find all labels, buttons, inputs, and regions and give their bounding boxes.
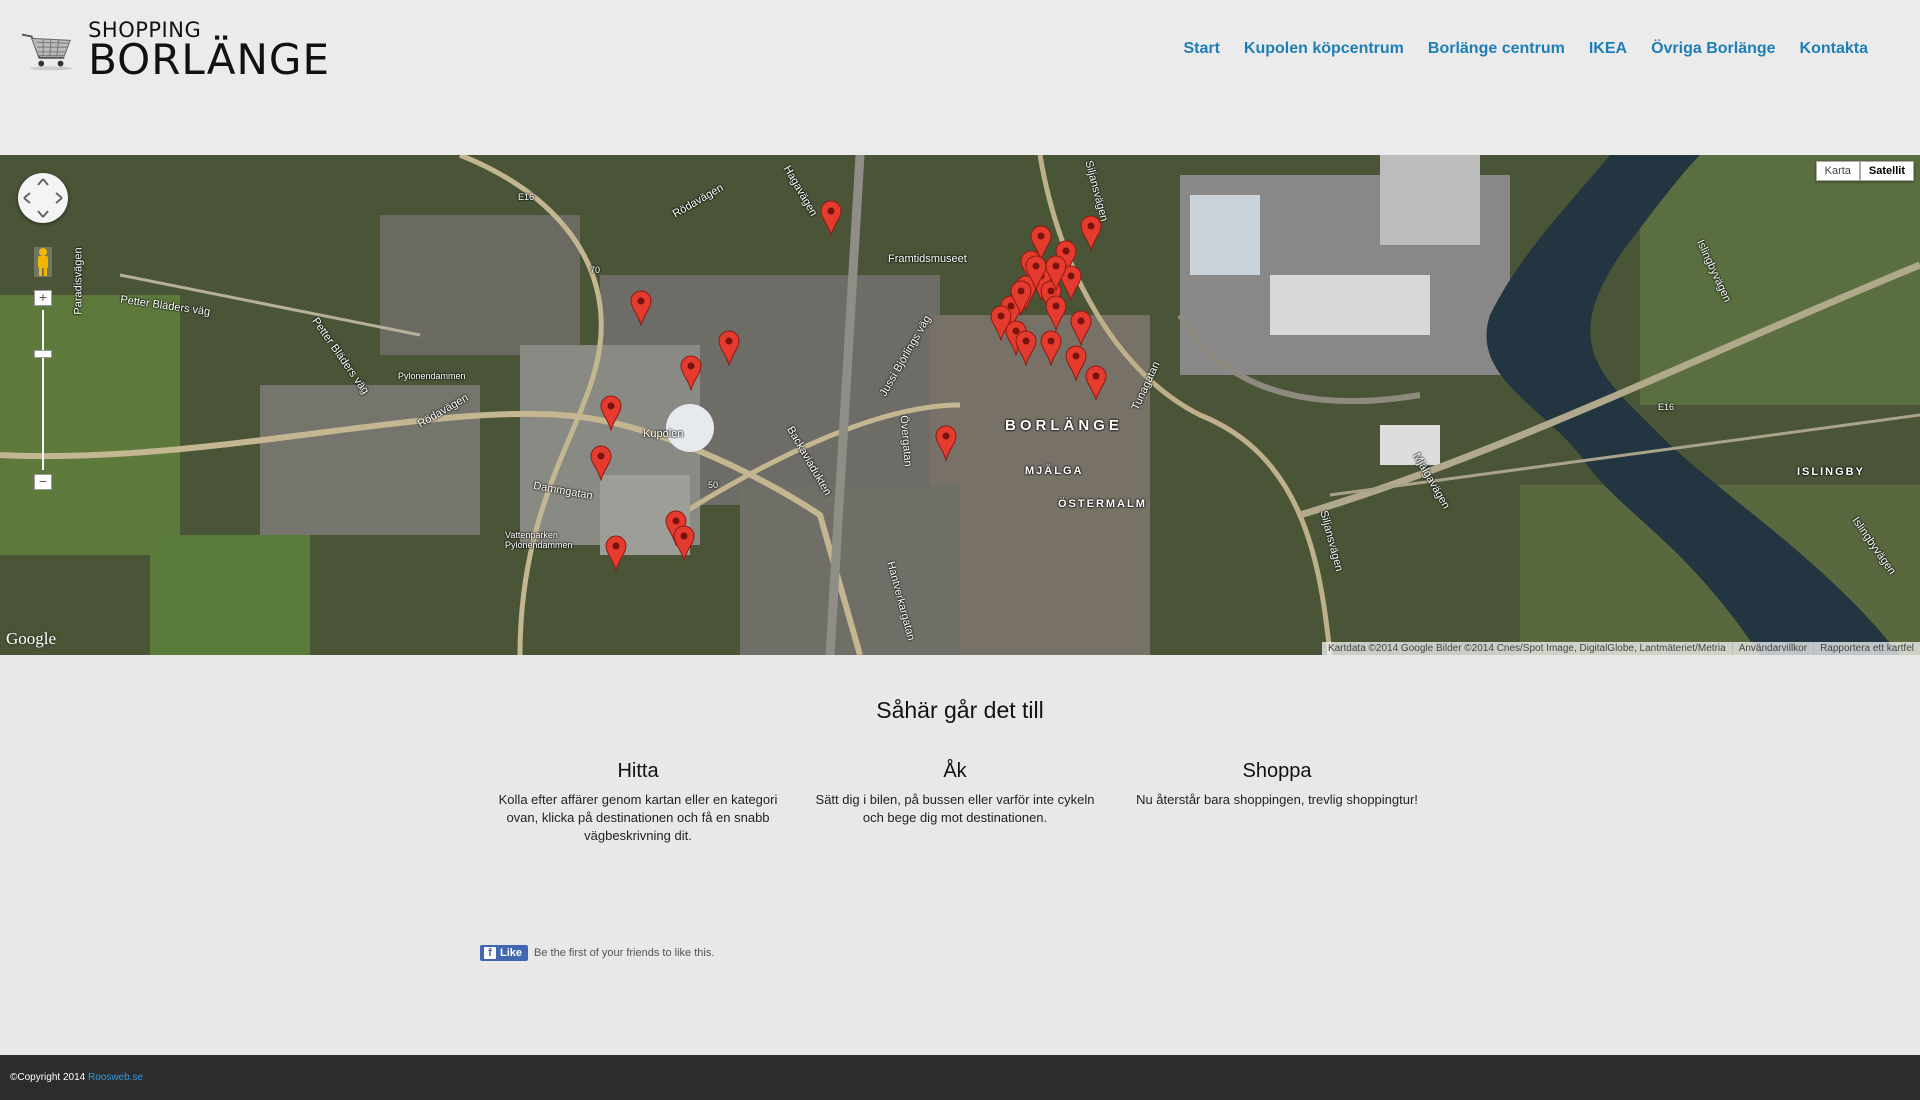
map-label-r50: 50 bbox=[708, 480, 719, 490]
zoom-out-button[interactable]: − bbox=[34, 474, 52, 490]
shop-marker[interactable] bbox=[1015, 330, 1037, 366]
shop-marker[interactable] bbox=[630, 290, 652, 326]
map-label-mjalga: MJÄLGA bbox=[1025, 465, 1084, 477]
shopping-cart-icon bbox=[21, 33, 73, 71]
terms-link[interactable]: Användarvillkor bbox=[1731, 642, 1813, 655]
section-title: Såhär går det till bbox=[876, 697, 1044, 723]
map-type-karta-button[interactable]: Karta bbox=[1815, 161, 1860, 181]
like-label: Like bbox=[500, 947, 523, 959]
map-attribution: Kartdata ©2014 Google Bilder ©2014 Cnes/… bbox=[1321, 642, 1920, 655]
zoom-rail bbox=[42, 310, 44, 470]
step-text: Nu återstår bara shoppingen, trevlig sho… bbox=[1136, 792, 1418, 807]
map-label-e16: E16 bbox=[518, 192, 535, 202]
shop-marker[interactable] bbox=[718, 330, 740, 366]
step-text: Sätt dig i bilen, på bussen eller varför… bbox=[815, 792, 1095, 825]
step-hitta: Hitta Kolla efter affärer genom kartan e… bbox=[488, 760, 788, 845]
site-footer: ©Copyright 2014 Roosweb.se bbox=[0, 1055, 1920, 1100]
shop-marker[interactable] bbox=[1085, 365, 1107, 401]
google-logo: Google bbox=[6, 629, 57, 648]
site-logo[interactable]: SHOPPING BORLÄNGE bbox=[20, 19, 330, 84]
map-label-r70: 70 bbox=[590, 265, 601, 275]
copyright: ©Copyright 2014 Roosweb.se bbox=[10, 1072, 143, 1083]
map-label-paradisvagen: Paradisvägen bbox=[72, 247, 85, 315]
zoom-in-button[interactable]: + bbox=[34, 290, 52, 306]
how-it-works-section: Såhär går det till Hitta Kolla efter aff… bbox=[0, 655, 1920, 1055]
map-label-kupolen: Kupolen bbox=[643, 428, 684, 440]
logo-text-bottom: BORLÄNGE bbox=[88, 34, 330, 84]
site-header: SHOPPING BORLÄNGE Start Kupolen köpcentr… bbox=[0, 0, 1920, 155]
shop-marker[interactable] bbox=[680, 355, 702, 391]
nav-ikea[interactable]: IKEA bbox=[1577, 40, 1639, 58]
shop-marker[interactable] bbox=[1045, 295, 1067, 331]
facebook-icon: f bbox=[484, 947, 496, 959]
step-title: Shoppa bbox=[1242, 760, 1312, 782]
attribution-data: Kartdata ©2014 Google Bilder ©2014 Cnes/… bbox=[1327, 643, 1726, 654]
map-type-satellit-button[interactable]: Satellit bbox=[1859, 161, 1914, 181]
roosweb-link[interactable]: Roosweb.se bbox=[88, 1072, 143, 1083]
shop-marker[interactable] bbox=[820, 200, 842, 236]
map-imagery bbox=[0, 155, 1920, 655]
nav-kupolen[interactable]: Kupolen köpcentrum bbox=[1232, 40, 1416, 58]
pan-control[interactable] bbox=[18, 173, 68, 223]
nav-kontakta[interactable]: Kontakta bbox=[1788, 40, 1880, 58]
map-label-vattenparken: Vattenparken Pylonendammen bbox=[505, 530, 573, 550]
shop-marker[interactable] bbox=[600, 395, 622, 431]
facebook-like-button[interactable]: f Like bbox=[480, 945, 529, 961]
map-label-e16-2: E16 bbox=[1658, 402, 1675, 412]
step-title: Åk bbox=[943, 760, 967, 782]
map-label-pylonendammen: Pylonendammen bbox=[398, 371, 466, 381]
shop-marker[interactable] bbox=[1065, 345, 1087, 381]
nav-ovriga-borlange[interactable]: Övriga Borlänge bbox=[1639, 40, 1787, 58]
shop-marker[interactable] bbox=[1070, 310, 1092, 346]
map-label-framtidsmuseet: Framtidsmuseet bbox=[888, 253, 967, 265]
shop-marker[interactable] bbox=[1025, 255, 1047, 291]
shop-marker[interactable] bbox=[1080, 215, 1102, 251]
step-text: Kolla efter affärer genom kartan eller e… bbox=[498, 792, 778, 843]
zoom-control: + − bbox=[34, 290, 52, 490]
step-shoppa: Shoppa Nu återstår bara shoppingen, trev… bbox=[1127, 760, 1427, 809]
nav-borlange-centrum[interactable]: Borlänge centrum bbox=[1416, 40, 1577, 58]
nav-start[interactable]: Start bbox=[1171, 40, 1231, 58]
shop-marker[interactable] bbox=[590, 445, 612, 481]
map-label-islingby: ISLINGBY bbox=[1797, 466, 1865, 478]
shop-marker[interactable] bbox=[1040, 330, 1062, 366]
map-label-borlange: BORLÄNGE bbox=[1005, 417, 1123, 434]
main-nav: Start Kupolen köpcentrum Borlänge centru… bbox=[1171, 40, 1880, 58]
facebook-like-widget: f Like Be the first of your friends to l… bbox=[480, 945, 714, 961]
satellite-map[interactable]: BORLÄNGE MJÄLGA ÖSTERMALM ISLINGBY Kupol… bbox=[0, 155, 1920, 655]
shop-marker[interactable] bbox=[605, 535, 627, 571]
map-label-ostermalm: ÖSTERMALM bbox=[1058, 498, 1147, 510]
map-type-control: Karta Satellit bbox=[1815, 161, 1914, 181]
step-ak: Åk Sätt dig i bilen, på bussen eller var… bbox=[805, 760, 1105, 827]
copyright-text: ©Copyright 2014 bbox=[10, 1072, 86, 1083]
shop-marker[interactable] bbox=[935, 425, 957, 461]
shop-marker[interactable] bbox=[1045, 255, 1067, 291]
step-title: Hitta bbox=[617, 760, 659, 782]
shop-marker[interactable] bbox=[673, 525, 695, 561]
street-view-pegman-icon[interactable] bbox=[34, 247, 52, 277]
pan-arrows-icon bbox=[23, 178, 63, 218]
like-count-text: Be the first of your friends to like thi… bbox=[534, 947, 715, 959]
zoom-slider-knob[interactable] bbox=[34, 350, 52, 358]
report-error-link[interactable]: Rapportera ett kartfel bbox=[1813, 642, 1920, 655]
